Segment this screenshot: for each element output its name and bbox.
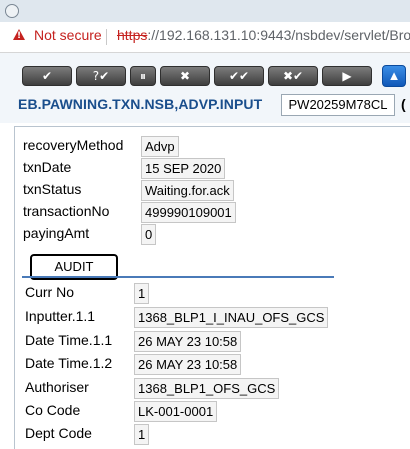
security-status[interactable]: Not secure	[34, 27, 102, 43]
audit-label-co-code: Co Code	[25, 402, 81, 418]
field-value-paying-amt: 0	[141, 224, 157, 245]
audit-label-dept-code: Dept Code	[25, 425, 92, 441]
audit-value-curr-no: 1	[134, 283, 150, 304]
field-value-transaction-no: 499990109001	[141, 202, 236, 223]
audit-value-date-time-1-2: 26 MAY 23 10:58	[134, 354, 242, 375]
hold-button[interactable]: ⏸	[130, 66, 156, 86]
url-text[interactable]: https://192.168.131.10:9443/nsbdev/servl…	[117, 27, 410, 43]
reverse-button[interactable]: ✖✔	[268, 66, 318, 86]
validate-button[interactable]: ?✔	[76, 66, 126, 86]
url-scheme: https	[117, 27, 148, 43]
field-label-txn-status: txnStatus	[23, 181, 82, 197]
field-value-txn-date: 15 SEP 2020	[141, 158, 226, 179]
audit-value-dept-code: 1	[134, 424, 150, 445]
tab-underline	[22, 276, 334, 278]
transaction-id-field[interactable]: PW20259M78CL	[281, 94, 395, 116]
authorise-button[interactable]: ✔✔	[214, 66, 264, 86]
audit-value-inputter: 1368_BLP1_I_INAU_OFS_GCS	[134, 307, 329, 328]
field-value-recovery-method: Advp	[141, 136, 179, 157]
browser-app-icon	[5, 4, 19, 18]
audit-value-authoriser: 1368_BLP1_OFS_GCS	[134, 378, 280, 399]
audit-label-date-time-1-2: Date Time.1.2	[25, 355, 113, 371]
field-label-paying-amt: payingAmt	[23, 225, 90, 241]
audit-label-date-time-1-1: Date Time.1.1	[25, 332, 113, 348]
address-divider	[106, 29, 107, 45]
audit-value-date-time-1-1: 26 MAY 23 10:58	[134, 331, 242, 352]
next-button[interactable]: ▶	[322, 66, 372, 86]
delete-button[interactable]: ✖	[160, 66, 210, 86]
field-value-txn-status: Waiting.for.ack	[141, 180, 234, 201]
audit-label-authoriser: Authoriser	[25, 379, 89, 395]
field-label-transaction-no: transactionNo	[23, 203, 110, 219]
url-path: ://192.168.131.10:9443/nsbdev/servlet/Br…	[147, 27, 410, 43]
audit-label-curr-no: Curr No	[25, 284, 75, 300]
application-title: EB.PAWNING.TXN.NSB,ADVP.INPUT	[18, 96, 263, 112]
title-trailing: (	[401, 96, 406, 112]
warning-icon-mark: !	[17, 31, 22, 41]
window-top-strip	[0, 0, 410, 22]
upload-icon[interactable]: ▲	[382, 65, 406, 87]
audit-value-co-code: LK-001-0001	[134, 401, 218, 422]
commit-button[interactable]: ✔	[22, 66, 72, 86]
audit-label-inputter: Inputter.1.1	[25, 308, 96, 324]
field-label-recovery-method: recoveryMethod	[23, 137, 124, 153]
field-label-txn-date: txnDate	[23, 159, 72, 175]
